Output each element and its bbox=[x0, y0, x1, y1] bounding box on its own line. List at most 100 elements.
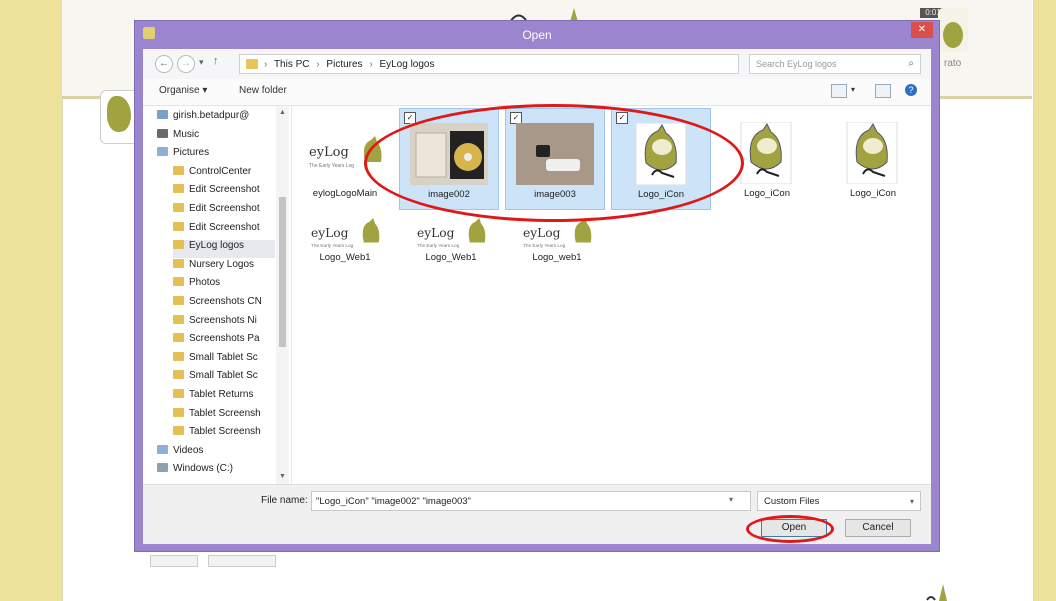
tree-item-label: Small Tablet Sc bbox=[189, 351, 258, 363]
file-item[interactable]: eyLog The Early Years Log Logo_web1 bbox=[507, 216, 607, 266]
tree-item[interactable]: Pictures bbox=[157, 147, 277, 165]
annotation-circle-open-button bbox=[746, 515, 834, 543]
tree-item-label: Nursery Logos bbox=[189, 258, 255, 270]
file-thumbnail: eyLog The Early Years Log bbox=[411, 218, 489, 250]
tree-item-label: Pictures bbox=[173, 147, 210, 159]
svg-text:The Early Years Log: The Early Years Log bbox=[417, 243, 460, 248]
search-input[interactable]: Search EyLog logos ⌕ bbox=[749, 54, 921, 74]
background-button[interactable] bbox=[150, 555, 198, 567]
folder-icon bbox=[173, 296, 184, 305]
tree-item[interactable]: Edit Screenshot bbox=[173, 203, 275, 221]
scrollbar-thumb[interactable] bbox=[279, 197, 286, 347]
dialog-titlebar[interactable]: Open ✕ bbox=[135, 21, 939, 49]
navigation-pane: girish.betadpur@ Music Pictures ControlCent… bbox=[143, 106, 292, 484]
back-button[interactable]: ← bbox=[155, 55, 173, 73]
new-folder-button[interactable]: New folder bbox=[239, 85, 287, 96]
tree-item[interactable]: Photos bbox=[173, 277, 275, 295]
file-name: Logo_Web1 bbox=[425, 252, 477, 263]
background-button[interactable] bbox=[208, 555, 276, 567]
svg-text:The Early Years Log: The Early Years Log bbox=[523, 243, 566, 248]
tree-item-label: Edit Screenshot bbox=[189, 203, 260, 214]
address-bar[interactable]: › This PC › Pictures › EyLog logos ▾ ↻ bbox=[239, 54, 822, 74]
tree-item[interactable]: Tablet Screensh bbox=[173, 407, 275, 426]
drive-icon bbox=[157, 463, 168, 473]
command-bar: Organise ▾ New folder ▾ ? bbox=[143, 79, 931, 106]
breadcrumb-item[interactable]: EyLog logos bbox=[379, 59, 434, 70]
preview-pane-icon[interactable] bbox=[875, 84, 891, 98]
chevron-down-icon[interactable]: ▾ bbox=[851, 85, 855, 94]
view-options-icon[interactable] bbox=[831, 84, 847, 98]
cancel-button[interactable]: Cancel bbox=[845, 519, 911, 537]
file-name-input[interactable]: "Logo_iCon" "image002" "image003" bbox=[311, 491, 751, 511]
file-thumbnail bbox=[833, 121, 911, 185]
dialog-title: Open bbox=[522, 28, 552, 42]
tree-item-label: Music bbox=[173, 128, 200, 140]
folder-icon bbox=[173, 370, 184, 380]
tree-item[interactable]: Tablet Screensh bbox=[173, 426, 275, 444]
file-type-select[interactable]: Custom Files ▾ bbox=[757, 491, 921, 511]
tree-item[interactable]: Screenshots Ni bbox=[173, 314, 275, 333]
background-logo-bottom bbox=[926, 584, 947, 601]
pictures-icon bbox=[157, 147, 168, 157]
search-icon[interactable]: ⌕ bbox=[908, 58, 914, 69]
tree-item[interactable]: EyLog logos bbox=[173, 240, 275, 259]
open-dialog: Open ✕ ← → ▾ ↑ › This PC › Pictures › Ey… bbox=[134, 20, 940, 552]
scroll-up-icon[interactable]: ▲ bbox=[279, 109, 286, 116]
scroll-down-icon[interactable]: ▼ bbox=[279, 473, 286, 480]
background-logo-icon bbox=[938, 8, 968, 52]
address-row: ← → ▾ ↑ › This PC › Pictures › EyLog log… bbox=[143, 49, 931, 79]
tree-item-label: Small Tablet Sc bbox=[189, 370, 258, 382]
up-arrow-icon[interactable]: ↑ bbox=[213, 55, 219, 67]
tree-item[interactable]: Tablet Returns bbox=[173, 389, 275, 407]
tree-item[interactable]: Music bbox=[157, 128, 277, 147]
tree-item-label: Tablet Returns bbox=[189, 389, 254, 400]
svg-text:eyLog: eyLog bbox=[523, 226, 561, 240]
file-name: Logo_iCon bbox=[850, 188, 896, 199]
tree-item[interactable]: Edit Screenshot bbox=[173, 184, 275, 202]
file-item[interactable]: Logo_iCon bbox=[823, 108, 923, 210]
help-icon[interactable]: ? bbox=[905, 84, 917, 96]
folder-icon bbox=[173, 240, 184, 250]
tree-item[interactable]: Screenshots Pa bbox=[173, 333, 275, 351]
tree-item[interactable]: girish.betadpur@ bbox=[157, 110, 277, 128]
breadcrumb-item[interactable]: This PC bbox=[274, 59, 310, 70]
breadcrumb-item[interactable]: Pictures bbox=[326, 59, 362, 70]
file-thumbnail: eyLog The Early Years Log bbox=[517, 218, 595, 250]
recent-locations-chevron-icon[interactable]: ▾ bbox=[199, 57, 204, 68]
organise-menu[interactable]: Organise ▾ bbox=[159, 85, 207, 96]
tree-item[interactable]: Small Tablet Sc bbox=[173, 351, 275, 370]
file-name-label: File name: bbox=[261, 495, 308, 506]
file-item[interactable]: eyLog The Early Years Log Logo_Web1 bbox=[401, 216, 501, 266]
file-name: Logo_Web1 bbox=[319, 252, 371, 263]
folder-icon bbox=[246, 59, 258, 69]
svg-text:The Early Years Log: The Early Years Log bbox=[309, 163, 354, 169]
search-placeholder: Search EyLog logos bbox=[756, 59, 837, 69]
folder-icon bbox=[173, 277, 184, 287]
tree-item-label: Screenshots CN bbox=[189, 296, 262, 307]
tree-item-label: girish.betadpur@ bbox=[173, 110, 250, 121]
folder-icon bbox=[173, 389, 184, 398]
tree-item-label: Tablet Screensh bbox=[189, 407, 261, 419]
user-icon bbox=[157, 110, 168, 119]
tree-item[interactable]: Windows (C:) bbox=[157, 463, 277, 481]
file-type-value: Custom Files bbox=[764, 496, 820, 507]
background-side-text: rato bbox=[944, 58, 962, 69]
tree-item[interactable]: ControlCenter bbox=[173, 165, 275, 184]
file-item[interactable]: eyLog The Early Years Log Logo_Web1 bbox=[295, 216, 395, 266]
tree-item[interactable]: Videos bbox=[157, 444, 277, 463]
tree-item-label: Windows (C:) bbox=[173, 463, 234, 475]
folder-icon bbox=[173, 314, 184, 324]
tree-item-label: Photos bbox=[189, 277, 221, 289]
folder-icon bbox=[173, 333, 184, 343]
folder-icon bbox=[173, 351, 184, 361]
chevron-down-icon[interactable]: ▾ bbox=[729, 495, 733, 504]
close-button[interactable]: ✕ bbox=[911, 22, 933, 38]
folder-icon bbox=[173, 221, 184, 231]
tree-item[interactable]: Edit Screenshot bbox=[173, 221, 275, 240]
forward-button[interactable]: → bbox=[177, 55, 195, 73]
tree-item[interactable]: Screenshots CN bbox=[173, 296, 275, 314]
folder-icon bbox=[173, 426, 184, 436]
tree-item[interactable]: Nursery Logos bbox=[173, 258, 275, 277]
file-name: Logo_web1 bbox=[532, 252, 582, 263]
tree-item[interactable]: Small Tablet Sc bbox=[173, 370, 275, 388]
